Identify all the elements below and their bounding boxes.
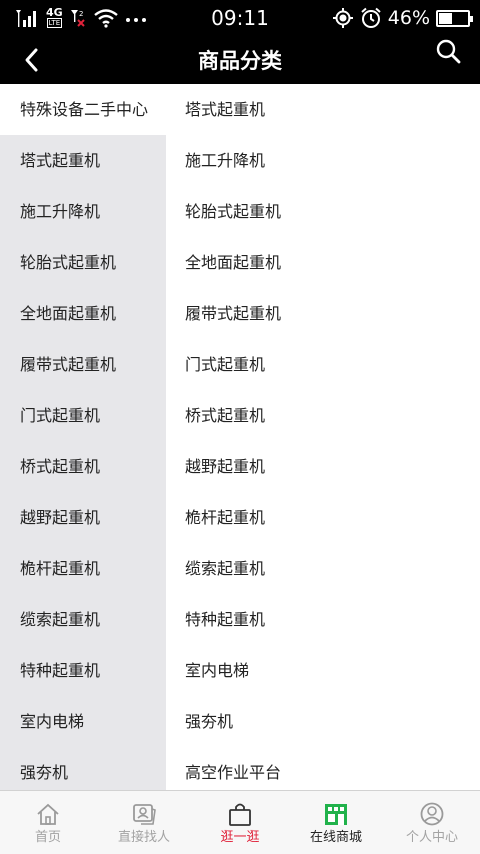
page-title: 商品分类 — [198, 49, 282, 73]
tab-shopping-bag[interactable]: 逛一逛 — [192, 791, 288, 854]
tab-store[interactable]: 在线商城 — [288, 791, 384, 854]
category-item[interactable]: 桥式起重机 — [0, 441, 166, 492]
category-item[interactable]: 室内电梯 — [0, 696, 166, 747]
tab-label: 逛一逛 — [220, 830, 260, 845]
subcategory-item[interactable]: 履带式起重机 — [166, 288, 480, 339]
tab-home[interactable]: 首页 — [0, 791, 96, 854]
category-item[interactable]: 全地面起重机 — [0, 288, 166, 339]
alarm-icon — [361, 7, 381, 28]
subcategory-item[interactable]: 越野起重机 — [166, 441, 480, 492]
tab-label: 个人中心 — [405, 830, 458, 845]
tab-label: 首页 — [34, 830, 61, 845]
subcategory-list[interactable]: 塔式起重机 施工升降机 轮胎式起重机 全地面起重机 履带式起重机 门式起重机 桥式起重机 越野… — [166, 84, 480, 790]
subcategory-item[interactable]: 特种起重机 — [166, 594, 480, 645]
category-item[interactable]: 缆索起重机 — [0, 594, 166, 645]
status-icons-right: 46% — [332, 6, 473, 30]
subcategory-item[interactable]: 缆索起重机 — [166, 543, 480, 594]
subcategory-item[interactable]: 塔式起重机 — [166, 84, 480, 135]
search-icon — [436, 39, 461, 64]
subcategory-item[interactable]: 轮胎式起重机 — [166, 186, 480, 237]
subcategory-item[interactable]: 全地面起重机 — [166, 237, 480, 288]
category-item[interactable]: 特种起重机 — [0, 645, 166, 696]
category-item[interactable]: 桅杆起重机 — [0, 543, 166, 594]
subcategory-item[interactable]: 室内电梯 — [166, 645, 480, 696]
battery-percent: 46% — [387, 7, 430, 29]
battery-level — [439, 12, 452, 24]
subcategory-item[interactable]: 桅杆起重机 — [166, 492, 480, 543]
battery-icon — [436, 9, 473, 27]
category-sidebar[interactable]: 特殊设备二手中心 塔式起重机 施工升降机 轮胎式起重机 全地面起重机 履带式起重机 门式起重… — [0, 84, 166, 790]
subcategory-item[interactable]: 强夯机 — [166, 696, 480, 747]
category-item-active[interactable]: 特殊设备二手中心 — [0, 84, 166, 135]
shopping-bag-icon — [227, 801, 253, 827]
location-icon — [332, 8, 353, 28]
subcategory-item[interactable]: 桥式起重机 — [166, 390, 480, 441]
search-button[interactable] — [430, 36, 466, 68]
tab-label: 在线商城 — [309, 830, 362, 845]
category-item[interactable]: 门式起重机 — [0, 390, 166, 441]
subcategory-item[interactable]: 高空作业平台 — [166, 747, 480, 790]
status-bar: 4G LTE 2 09:11 46% — [0, 0, 480, 36]
header: 商品分类 — [0, 36, 480, 84]
user-icon — [419, 801, 445, 827]
bottom-tab-bar: 首页 直接找人 逛一逛 在线商城 个人中心 — [0, 790, 480, 854]
store-icon — [323, 801, 349, 827]
category-item[interactable]: 塔式起重机 — [0, 135, 166, 186]
tab-label: 直接找人 — [117, 830, 170, 845]
home-icon — [35, 801, 61, 827]
tab-user[interactable]: 个人中心 — [384, 791, 480, 854]
category-item[interactable]: 越野起重机 — [0, 492, 166, 543]
category-item[interactable]: 强夯机 — [0, 747, 166, 790]
category-item[interactable]: 轮胎式起重机 — [0, 237, 166, 288]
subcategory-item[interactable]: 门式起重机 — [166, 339, 480, 390]
category-item[interactable]: 施工升降机 — [0, 186, 166, 237]
tab-contacts[interactable]: 直接找人 — [96, 791, 192, 854]
subcategory-item[interactable]: 施工升降机 — [166, 135, 480, 186]
contacts-icon — [131, 801, 157, 827]
category-item[interactable]: 履带式起重机 — [0, 339, 166, 390]
